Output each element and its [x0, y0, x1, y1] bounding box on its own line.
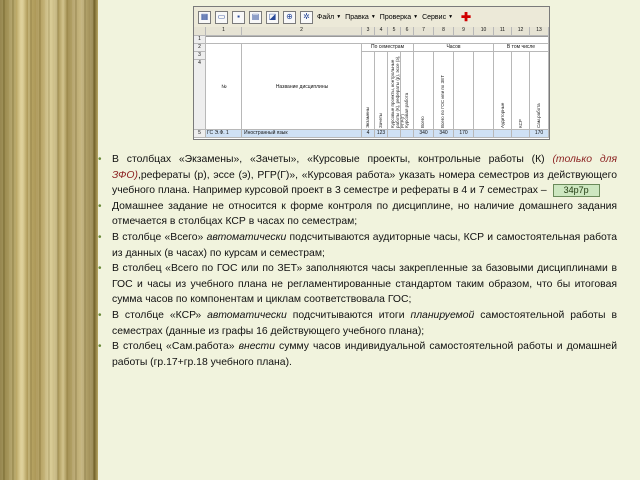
col-number: 12	[512, 27, 530, 36]
grid-icon[interactable]: ▦	[198, 10, 211, 24]
row-discipline: Иностранный язык	[242, 130, 362, 138]
header-group-hours: Часов	[414, 44, 494, 52]
spreadsheet-screenshot: ▦ ▭ ▪ ▤ ◪ ⊕ ✲ Файл ▼ Правка ▼ Проверка ▼ Се…	[193, 6, 550, 140]
instructions-body: В столбцах «Экзамены», «Зачеты», «Курсов…	[98, 152, 617, 370]
vheader-self-work: Сам.работа	[536, 103, 541, 128]
toolbar: ▦ ▭ ▪ ▤ ◪ ⊕ ✲ Файл ▼ Правка ▼ Проверка ▼ Се…	[194, 7, 549, 28]
decorative-strip	[58, 0, 68, 480]
zoom-icon[interactable]: ⊕	[283, 10, 296, 24]
gear-icon[interactable]: ✲	[300, 10, 313, 24]
header-group-control: По семестрам	[362, 44, 414, 52]
vheader-exams: Экзамены	[365, 106, 370, 128]
col-number: 3	[362, 27, 375, 36]
list-item: Домашнее задание не относится к форме ко…	[98, 199, 617, 230]
row-number: 1	[194, 36, 206, 44]
col-number: 10	[474, 27, 494, 36]
vheader-course-projects: Курсовые проекты, контрольные работы (К)…	[390, 55, 405, 128]
plus-icon[interactable]: ✚	[461, 10, 471, 24]
col-number: 6	[401, 27, 414, 36]
example-code-badge: 34р7р	[552, 183, 600, 197]
row-code: ГС Э.Ф. 1	[206, 130, 242, 138]
col-number: 5	[388, 27, 401, 36]
row-number: 2	[194, 44, 206, 52]
menu-file[interactable]: Файл ▼	[317, 14, 341, 21]
list-item: В столбце «Всего» автоматически подсчиты…	[98, 230, 617, 261]
header-number: №	[221, 84, 227, 90]
col-number: 11	[494, 27, 512, 36]
print-icon[interactable]: ▤	[249, 10, 262, 24]
vheader-total-gos: Всего по ГОС или по ЗЕТ	[440, 75, 445, 128]
row-credit: 123	[375, 130, 388, 138]
list-item: В столбец «Сам.работа» внести сумму часо…	[98, 339, 617, 370]
list-item: В столбец «Всего по ГОС или по ЗЕТ» запо…	[98, 261, 617, 308]
menu-service[interactable]: Сервис ▼	[422, 14, 453, 21]
row-aud: 170	[454, 130, 474, 138]
row-number: 5	[194, 130, 206, 138]
col-number: 2	[242, 27, 362, 36]
row-total: 340	[414, 130, 434, 138]
col-number: 8	[434, 27, 454, 36]
vheader-course-work: Курсовая работа	[404, 92, 409, 128]
instruction-list: В столбцах «Экзамены», «Зачеты», «Курсов…	[98, 152, 617, 370]
spreadsheet-grid: 1 2 3 4 5 № Название дисциплины По семес…	[194, 36, 549, 139]
col-number: 7	[414, 27, 434, 36]
row-number: 3	[194, 52, 206, 60]
col-number: 9	[454, 27, 474, 36]
header-discipline-name: Название дисциплины	[275, 84, 329, 90]
col-number: 4	[375, 27, 388, 36]
row-sam: 170	[530, 130, 549, 138]
col-number: 1	[206, 27, 242, 36]
row-gos: 340	[434, 130, 454, 138]
list-item: В столбце «КСР» автоматически подсчитыва…	[98, 308, 617, 339]
save-icon[interactable]: ▪	[232, 10, 245, 24]
row-exam: 4	[362, 130, 375, 138]
decorative-strip	[16, 0, 28, 480]
menu-check[interactable]: Проверка ▼	[380, 14, 418, 21]
menu-edit[interactable]: Правка ▼	[345, 14, 376, 21]
col-number: 13	[530, 27, 549, 36]
vheader-credits: Зачеты	[378, 112, 383, 128]
eraser-icon[interactable]: ◪	[266, 10, 279, 24]
header-group-total: В том числе	[494, 44, 549, 52]
vheader-ksr: КСР	[518, 119, 523, 128]
vheader-total: Всего	[420, 116, 425, 128]
vheader-auditorium: Аудиторные	[500, 102, 505, 128]
decorative-left-border	[0, 0, 98, 480]
open-folder-icon[interactable]: ▭	[215, 10, 228, 24]
row-number: 4	[194, 60, 206, 130]
list-item: В столбцах «Экзамены», «Зачеты», «Курсов…	[98, 152, 617, 199]
